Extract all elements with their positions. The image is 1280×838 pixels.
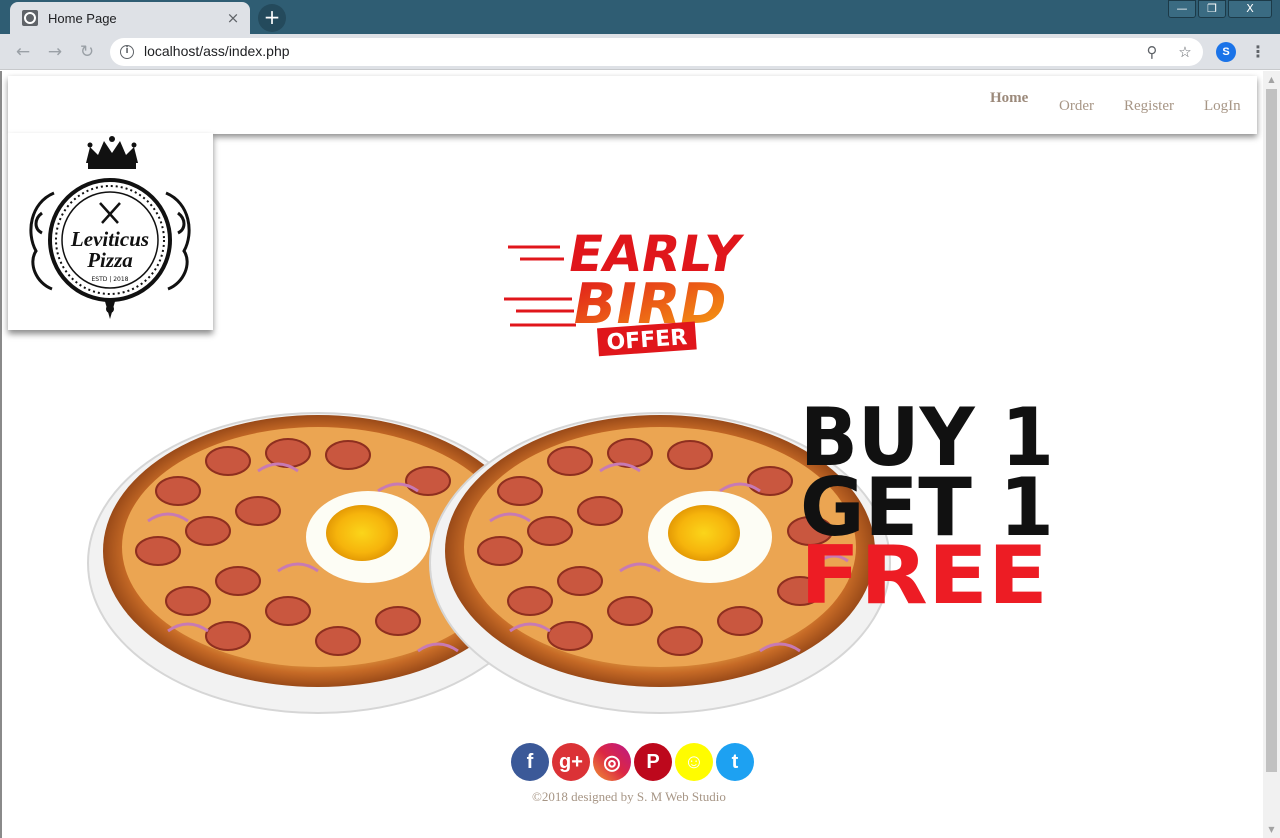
google-plus-icon[interactable]: g+ <box>552 743 590 781</box>
social-links: f g+ ◎ P ☺ t <box>511 743 757 781</box>
browser-toolbar: ← → ↻ i localhost/ass/index.php ⚲ ☆ S ⋮ <box>0 34 1280 70</box>
url-text[interactable]: localhost/ass/index.php <box>144 43 290 59</box>
tab-favicon-icon <box>22 10 38 26</box>
nav-order-link[interactable]: Order <box>1059 98 1094 115</box>
tab-close-icon[interactable]: × <box>224 9 242 27</box>
nav-register-link[interactable]: Register <box>1124 98 1174 115</box>
zoom-icon[interactable]: ⚲ <box>1142 42 1162 62</box>
scroll-up-arrow-icon[interactable]: ▲ <box>1263 71 1280 88</box>
page-scrollbar[interactable]: ▲ ▼ <box>1263 71 1280 838</box>
pinterest-icon[interactable]: P <box>634 743 672 781</box>
tab-title: Home Page <box>48 10 117 26</box>
restore-button[interactable]: ❐ <box>1198 0 1226 18</box>
close-window-button[interactable]: X <box>1228 0 1272 18</box>
minimize-button[interactable]: — <box>1168 0 1196 18</box>
offer-badge: OFFER <box>606 325 688 356</box>
bookmark-star-icon[interactable]: ☆ <box>1175 42 1195 62</box>
page-viewport: Home Order Register LogIn Leviticus Pizz… <box>0 71 1280 838</box>
new-tab-button[interactable]: + <box>258 4 286 32</box>
window-controls: — ❐ X <box>1166 0 1272 18</box>
twitter-icon[interactable]: t <box>716 743 754 781</box>
page-left-border <box>0 71 2 838</box>
facebook-icon[interactable]: f <box>511 743 549 781</box>
site-navbar: Home Order Register LogIn <box>8 76 1257 134</box>
snapchat-icon[interactable]: ☺ <box>675 743 713 781</box>
nav-home-link[interactable]: Home <box>990 90 1028 107</box>
instagram-icon[interactable]: ◎ <box>593 743 631 781</box>
nav-login-link[interactable]: LogIn <box>1204 98 1241 115</box>
browser-tab[interactable]: Home Page × <box>10 2 250 34</box>
promo-line3: FREE <box>800 529 1048 622</box>
browser-titlebar: Home Page × + — ❐ X <box>0 0 1280 34</box>
scrollbar-thumb[interactable] <box>1266 89 1277 772</box>
leviticus-pizza-logo-icon: Leviticus Pizza ESTD | 2018 <box>29 136 191 319</box>
logo-estd-text: ESTD | 2018 <box>92 276 129 283</box>
promo-banner: BUY 1 GET 1 FREE <box>86 391 1054 715</box>
back-arrow-icon[interactable]: ← <box>12 41 34 63</box>
logo-name-line2: Pizza <box>86 248 133 272</box>
footer-copyright: ©2018 designed by S. M Web Studio <box>532 789 726 804</box>
site-info-icon[interactable]: i <box>120 45 134 59</box>
scroll-down-arrow-icon[interactable]: ▼ <box>1263 821 1280 838</box>
early-bird-offer-graphic: EARLY BIRD OFFER <box>504 224 745 357</box>
browser-menu-icon[interactable]: ⋮ <box>1250 42 1266 62</box>
reload-icon[interactable]: ↻ <box>76 41 98 63</box>
forward-arrow-icon[interactable]: → <box>44 41 66 63</box>
address-bar[interactable]: i localhost/ass/index.php ⚲ ☆ <box>110 38 1203 66</box>
profile-avatar[interactable]: S <box>1216 42 1236 62</box>
site-logo[interactable]: Leviticus Pizza ESTD | 2018 <box>8 133 213 330</box>
